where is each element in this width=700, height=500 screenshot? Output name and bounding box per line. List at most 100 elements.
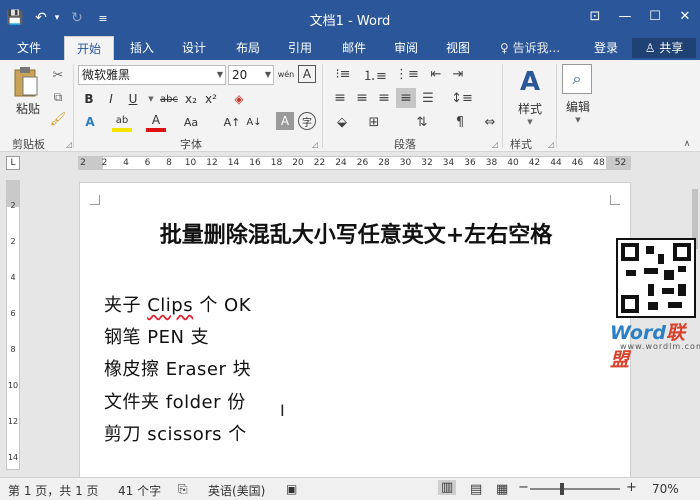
align-right-icon[interactable]: ≡	[374, 88, 394, 108]
tell-me-search[interactable]: ♀ 告诉我...	[500, 36, 560, 60]
numbering-icon[interactable]: ⒈≡	[362, 65, 388, 84]
document-line[interactable]: 剪刀 scissors 个	[104, 420, 247, 446]
paste-button-label[interactable]: 粘贴	[8, 100, 48, 116]
share-button[interactable]: ♙ 共享	[632, 38, 696, 58]
styles-launcher-icon[interactable]: ◿	[548, 140, 554, 149]
bullets-icon[interactable]: ⁝≡	[330, 65, 356, 83]
collapse-ribbon-icon[interactable]: ∧	[680, 138, 694, 150]
close-button[interactable]: ✕	[670, 0, 700, 36]
align-center-icon[interactable]: ≡	[352, 88, 372, 108]
copy-icon[interactable]: ⧉	[48, 88, 68, 106]
change-case-icon[interactable]: Aa	[180, 112, 202, 132]
font-launcher-icon[interactable]: ◿	[312, 140, 318, 149]
tab-insert[interactable]: 插入	[120, 36, 164, 60]
underline-button[interactable]: U	[124, 90, 142, 108]
align-left-icon[interactable]: ≡	[330, 88, 350, 108]
ribbon-display-options-icon[interactable]: ⊡	[580, 0, 610, 36]
language-indicator[interactable]: 英语(美国)	[208, 482, 265, 499]
document-canvas[interactable]: 批量删除混乱大小写任意英文+左右空格 夹子 Clips 个 OK 钢笔 PEN …	[22, 173, 690, 477]
show-marks-icon[interactable]: ¶	[448, 112, 472, 132]
web-layout-icon[interactable]: ▦	[496, 482, 508, 497]
strikethrough-button[interactable]: abc	[158, 90, 180, 108]
tab-review[interactable]: 审阅	[384, 36, 428, 60]
highlight-color-icon[interactable]: ab	[112, 112, 132, 132]
proofing-icon[interactable]: ⎘	[178, 482, 188, 497]
tab-references[interactable]: 引用	[278, 36, 322, 60]
font-size-combo[interactable]: 20 ▼	[228, 65, 274, 85]
document-line[interactable]: 夹子 Clips 个 OK	[104, 291, 251, 317]
tab-layout[interactable]: 布局	[226, 36, 270, 60]
zoom-level[interactable]: 70%	[652, 482, 679, 496]
sign-in-link[interactable]: 登录	[594, 36, 618, 60]
editing-button-label[interactable]: 编辑	[558, 98, 598, 114]
character-border-icon[interactable]: A	[298, 65, 316, 83]
font-name-combo[interactable]: 微软雅黑 ▼	[78, 65, 226, 85]
enclose-characters-icon[interactable]: 字	[298, 112, 316, 130]
misspelled-word[interactable]: Clips	[147, 295, 193, 316]
tab-file[interactable]: 文件	[6, 36, 52, 60]
format-painter-icon[interactable]: 🖌	[48, 110, 68, 128]
phonetic-guide-icon[interactable]: wén	[276, 65, 296, 85]
chevron-down-icon[interactable]: ▼	[217, 66, 223, 84]
maximize-button[interactable]: ☐	[640, 0, 670, 36]
ruler-tick-label: 32	[421, 158, 433, 168]
horizontal-ruler[interactable]: 2 2 4 6 8 10 12 14 16 18 20 22 24 26 28 30 32 34 36 38 40 42 4…	[78, 156, 631, 170]
line-spacing-icon[interactable]: ↕≡	[448, 88, 476, 108]
paragraph-launcher-icon[interactable]: ◿	[492, 140, 498, 149]
tab-mailings[interactable]: 邮件	[332, 36, 376, 60]
sort-icon[interactable]: ⇅	[410, 112, 434, 132]
decrease-indent-icon[interactable]: ⇤	[426, 65, 446, 83]
clear-formatting-icon[interactable]: ◈	[230, 90, 248, 108]
styles-button-label[interactable]: 样式	[510, 100, 550, 116]
font-color-icon[interactable]: A	[146, 112, 166, 132]
chevron-down-icon[interactable]: ▼	[265, 66, 271, 84]
document-heading[interactable]: 批量删除混乱大小写任意英文+左右空格	[80, 217, 632, 249]
minimize-button[interactable]: —	[610, 0, 640, 36]
zoom-in-button[interactable]: +	[626, 480, 637, 495]
tab-selector-button[interactable]: L	[6, 156, 20, 170]
search-icon[interactable]: ⌕	[562, 64, 592, 94]
ruler-tick-label: 40	[507, 158, 519, 168]
tab-home[interactable]: 开始	[64, 36, 114, 60]
ruler-tick-label: 6	[144, 158, 151, 168]
grow-font-icon[interactable]: A↑	[222, 112, 242, 132]
chevron-down-icon[interactable]: ▼	[570, 114, 586, 126]
vertical-ruler[interactable]: 2 2 4 6 8 10 12 14	[6, 180, 20, 470]
zoom-slider[interactable]	[530, 488, 620, 490]
document-page[interactable]: 批量删除混乱大小写任意英文+左右空格 夹子 Clips 个 OK 钢笔 PEN …	[79, 182, 631, 477]
document-line[interactable]: 文件夹 folder 份	[104, 388, 246, 414]
italic-button[interactable]: I	[102, 90, 120, 108]
word-count[interactable]: 41 个字	[118, 482, 161, 499]
tab-view[interactable]: 视图	[436, 36, 480, 60]
chevron-down-icon[interactable]: ▼	[522, 116, 538, 128]
cut-icon[interactable]: ✂	[48, 66, 68, 84]
zoom-out-button[interactable]: −	[518, 480, 529, 495]
print-layout-icon[interactable]: ▤	[470, 482, 482, 497]
borders-icon[interactable]: ⊞	[362, 112, 386, 132]
character-shading-icon[interactable]: A	[276, 112, 294, 130]
document-line[interactable]: 钢笔 PEN 支	[104, 323, 209, 349]
justify-icon[interactable]: ≡	[396, 88, 416, 108]
chevron-down-icon[interactable]: ▼	[146, 90, 156, 108]
macro-record-icon[interactable]: ▣	[286, 482, 297, 496]
superscript-button[interactable]: x²	[202, 90, 220, 108]
bold-button[interactable]: B	[80, 90, 98, 108]
page-count[interactable]: 第 1 页，共 1 页	[8, 482, 99, 499]
paste-icon[interactable]	[8, 64, 44, 100]
styles-icon[interactable]: A	[512, 64, 548, 100]
clipboard-launcher-icon[interactable]: ◿	[66, 140, 72, 149]
increase-indent-icon[interactable]: ⇥	[448, 65, 468, 83]
multilevel-list-icon[interactable]: ⋮≡	[394, 65, 420, 83]
text-effects-icon[interactable]: A	[80, 112, 100, 132]
ruler-tick-label: 2	[10, 237, 16, 246]
shrink-font-icon[interactable]: A↓	[244, 112, 264, 132]
ribbon-home: 粘贴 ✂ ⧉ 🖌 剪贴板 ◿ 微软雅黑 ▼ 20 ▼ wén A B I U ▼…	[0, 60, 700, 152]
shading-icon[interactable]: ⬙	[330, 112, 354, 132]
text-direction-icon[interactable]: ⇔	[478, 112, 502, 132]
distributed-icon[interactable]: ☰	[418, 88, 438, 108]
subscript-button[interactable]: x₂	[182, 90, 200, 108]
read-mode-icon[interactable]: ▥	[438, 480, 457, 495]
zoom-slider-thumb[interactable]	[560, 483, 564, 495]
tab-design[interactable]: 设计	[172, 36, 216, 60]
document-line[interactable]: 橡皮擦 Eraser 块	[104, 355, 251, 381]
